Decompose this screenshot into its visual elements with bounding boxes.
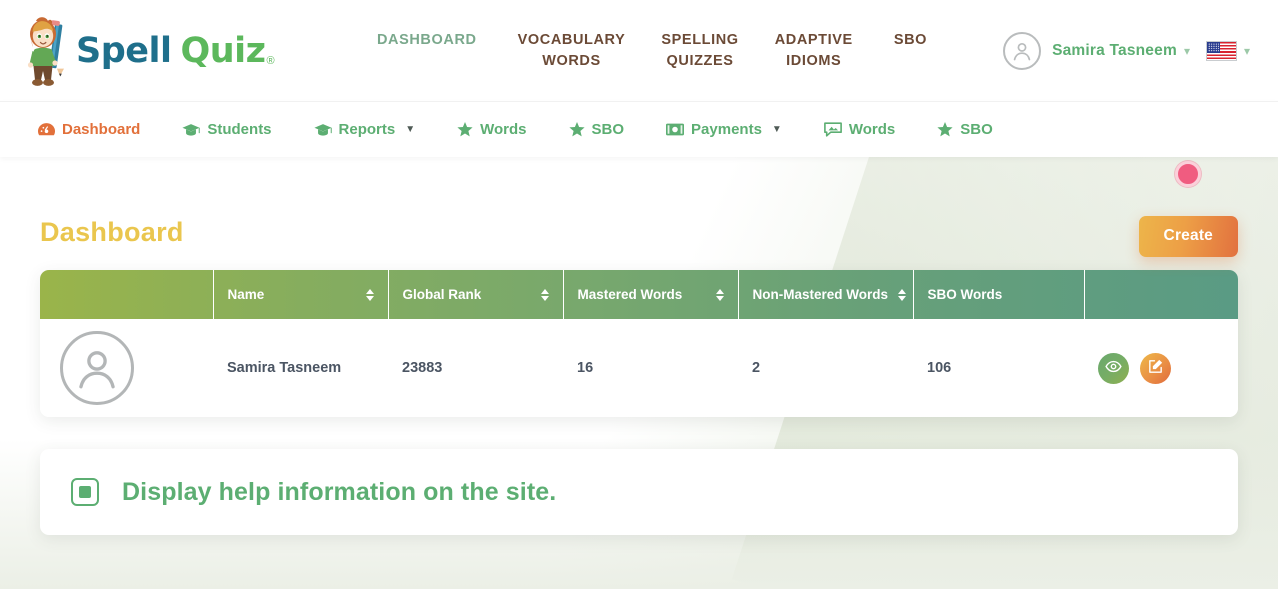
page-title: Dashboard bbox=[40, 217, 184, 247]
table-body: Samira Tasneem 23883 16 2 106 bbox=[40, 319, 1238, 417]
sidebar-item-payments-label: Payments bbox=[691, 121, 762, 138]
cell-actions bbox=[1084, 319, 1238, 417]
user-menu[interactable]: Samira Tasneem ▾ ▾ bbox=[1003, 31, 1250, 70]
pink-cursor-dot bbox=[1175, 161, 1201, 187]
column-non-mastered-words-label: Non-Mastered Words bbox=[752, 287, 889, 302]
column-mastered-words-label: Mastered Words bbox=[577, 287, 683, 302]
table-header-row: Name Global Rank Mastered Words Non-Mast… bbox=[40, 270, 1238, 319]
column-avatar bbox=[40, 270, 214, 319]
cell-sbo-words: 106 bbox=[913, 319, 1084, 417]
nav-item-sbo[interactable]: SBO bbox=[871, 24, 950, 78]
edit-button[interactable] bbox=[1140, 352, 1171, 384]
tachometer-icon bbox=[38, 122, 55, 137]
top-header: Spell Quiz ® DASHBOARD VOCABULARY WORDS … bbox=[0, 0, 1278, 101]
column-sbo-words: SBO Words bbox=[913, 270, 1085, 319]
cell-mastered-words: 16 bbox=[563, 319, 738, 417]
column-actions bbox=[1084, 270, 1238, 319]
view-button[interactable] bbox=[1098, 352, 1129, 384]
sidebar-item-words-2[interactable]: Words bbox=[823, 121, 896, 138]
brand-logo-text: Spell Quiz ® bbox=[76, 31, 275, 71]
column-mastered-words[interactable]: Mastered Words bbox=[563, 270, 739, 319]
column-non-mastered-words[interactable]: Non-Mastered Words bbox=[738, 270, 914, 319]
comment-image-icon bbox=[823, 122, 842, 137]
nav-item-adaptive-idioms-line2: IDIOMS bbox=[786, 52, 842, 69]
main-content: Dashboard Create Name Global Rank Master… bbox=[0, 157, 1278, 535]
nav-item-spelling-quizzes[interactable]: SPELLING QUIZZES bbox=[643, 24, 756, 78]
cell-name: Samira Tasneem bbox=[213, 319, 388, 417]
column-name[interactable]: Name bbox=[213, 270, 389, 319]
nav-item-spelling-quizzes-line2: QUIZZES bbox=[666, 52, 734, 69]
brand-name-part2: Quiz bbox=[180, 30, 267, 71]
main-navigation: DASHBOARD VOCABULARY WORDS SPELLING QUIZ… bbox=[332, 24, 972, 78]
sidebar-item-sbo-2[interactable]: SBO bbox=[937, 121, 993, 138]
sort-icon[interactable] bbox=[898, 288, 907, 301]
column-name-label: Name bbox=[227, 287, 265, 302]
money-bill-icon bbox=[666, 123, 685, 136]
sort-icon[interactable] bbox=[365, 288, 374, 301]
table-header: Name Global Rank Mastered Words Non-Mast… bbox=[40, 270, 1238, 319]
sidebar-item-dashboard-label: Dashboard bbox=[62, 121, 141, 138]
checked-square-icon[interactable] bbox=[71, 478, 99, 506]
sidebar-item-dashboard[interactable]: Dashboard bbox=[38, 121, 140, 138]
star-icon bbox=[937, 122, 953, 137]
secondary-navigation: Dashboard Students Reports ▼ Words SBO P… bbox=[0, 101, 1278, 157]
user-circle-icon bbox=[1003, 31, 1042, 70]
sidebar-item-sbo-label: SBO bbox=[591, 121, 625, 138]
page-header: Dashboard Create bbox=[40, 157, 1238, 257]
chevron-down-icon[interactable]: ▼ bbox=[405, 124, 415, 135]
cell-global-rank: 23883 bbox=[388, 319, 563, 417]
sort-icon[interactable] bbox=[715, 288, 724, 301]
sidebar-item-payments[interactable]: Payments ▼ bbox=[666, 121, 782, 138]
student-mascot-icon bbox=[22, 14, 70, 88]
create-button[interactable]: Create bbox=[1138, 216, 1238, 257]
graduation-cap-icon bbox=[182, 123, 201, 137]
cell-non-mastered-words: 2 bbox=[738, 319, 913, 417]
help-info-label: Display help information on the site. bbox=[122, 477, 557, 506]
nav-item-vocabulary-words-line2: WORDS bbox=[542, 52, 601, 69]
nav-item-adaptive-idioms-line1: ADAPTIVE bbox=[774, 31, 853, 48]
chevron-down-icon[interactable]: ▼ bbox=[772, 124, 782, 135]
sidebar-item-reports-label: Reports bbox=[338, 121, 396, 138]
brand-logo[interactable]: Spell Quiz ® bbox=[22, 14, 322, 88]
sidebar-item-students[interactable]: Students bbox=[182, 121, 272, 138]
pencil-square-icon bbox=[1147, 358, 1164, 378]
sidebar-item-students-label: Students bbox=[207, 121, 272, 138]
sort-icon[interactable] bbox=[540, 288, 549, 301]
column-sbo-words-label: SBO Words bbox=[927, 287, 1003, 302]
nav-item-adaptive-idioms[interactable]: ADAPTIVE IDIOMS bbox=[757, 24, 871, 78]
students-table: Name Global Rank Mastered Words Non-Mast… bbox=[40, 270, 1238, 417]
nav-item-spelling-quizzes-line1: SPELLING bbox=[661, 31, 739, 48]
star-icon bbox=[568, 122, 585, 137]
registered-mark: ® bbox=[266, 54, 275, 67]
nav-item-dashboard[interactable]: DASHBOARD bbox=[354, 24, 500, 78]
chevron-down-icon[interactable]: ▾ bbox=[1184, 44, 1190, 58]
cell-avatar bbox=[40, 319, 213, 417]
eye-icon bbox=[1105, 358, 1122, 378]
sidebar-item-words[interactable]: Words bbox=[457, 121, 527, 138]
avatar bbox=[60, 331, 134, 405]
column-global-rank-label: Global Rank bbox=[402, 287, 482, 302]
us-flag-icon[interactable] bbox=[1205, 40, 1237, 61]
graduation-cap-icon bbox=[313, 123, 332, 137]
user-name: Samira Tasneem bbox=[1052, 41, 1177, 59]
sidebar-item-reports[interactable]: Reports ▼ bbox=[313, 121, 415, 138]
brand-name-part1: Spell bbox=[76, 30, 172, 71]
table-row[interactable]: Samira Tasneem 23883 16 2 106 bbox=[40, 319, 1238, 417]
sidebar-item-sbo[interactable]: SBO bbox=[568, 121, 625, 138]
students-table-card: Name Global Rank Mastered Words Non-Mast… bbox=[40, 270, 1238, 417]
sidebar-item-words-2-label: Words bbox=[848, 121, 896, 138]
nav-item-vocabulary-words-line1: VOCABULARY bbox=[517, 31, 626, 48]
column-global-rank[interactable]: Global Rank bbox=[388, 270, 564, 319]
sidebar-item-sbo-2-label: SBO bbox=[960, 121, 993, 138]
row-actions bbox=[1098, 352, 1224, 384]
help-info-panel: Display help information on the site. bbox=[40, 449, 1238, 535]
language-chevron-down-icon[interactable]: ▾ bbox=[1244, 44, 1250, 58]
sidebar-item-words-label: Words bbox=[480, 121, 527, 138]
star-icon bbox=[457, 122, 473, 137]
nav-item-vocabulary-words[interactable]: VOCABULARY WORDS bbox=[500, 24, 644, 78]
